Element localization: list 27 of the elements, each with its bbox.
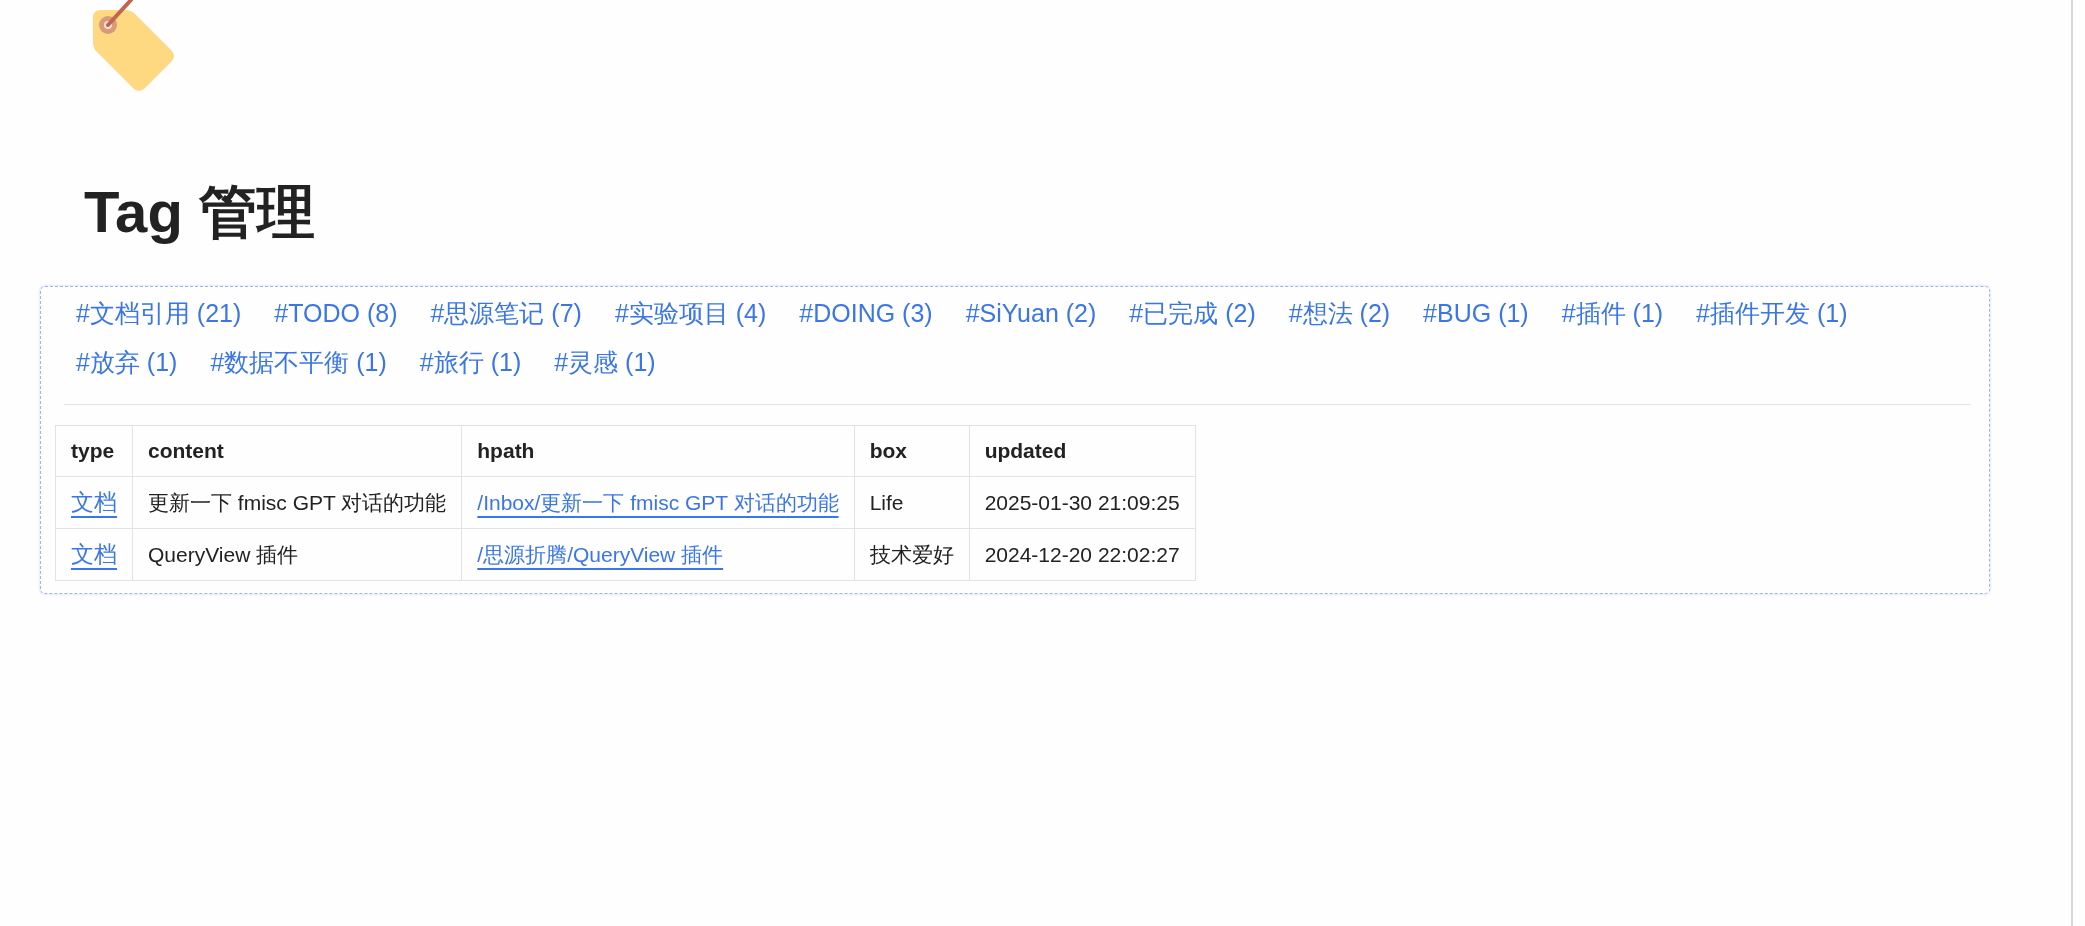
table-cell: 2025-01-30 21:09:25 — [969, 476, 1196, 529]
column-header: updated — [969, 425, 1196, 477]
tag-link[interactable]: #文档引用 (21) — [76, 295, 242, 331]
tag-link[interactable]: #DOING (3) — [799, 295, 933, 331]
tag-link[interactable]: #插件开发 (1) — [1696, 295, 1848, 331]
table-cell: 更新一下 fmisc GPT 对话的功能 — [132, 476, 462, 529]
tag-link[interactable]: #旅行 (1) — [419, 344, 522, 380]
tag-link[interactable]: #BUG (1) — [1423, 295, 1529, 331]
tag-link[interactable]: #SiYuan (2) — [965, 295, 1097, 331]
tag-link[interactable]: #思源笔记 (7) — [430, 295, 582, 331]
tag-link[interactable]: #TODO (8) — [274, 295, 398, 331]
tag-link[interactable]: #放弃 (1) — [76, 344, 178, 380]
table-cell: QueryView 插件 — [132, 528, 462, 581]
page-title: Tag 管理 — [84, 178, 315, 246]
column-header: hpath — [461, 425, 855, 477]
column-header: type — [55, 425, 133, 477]
table-cell: 技术爱好 — [854, 528, 970, 581]
column-header: box — [854, 425, 970, 477]
column-header: content — [132, 425, 462, 477]
tag-link[interactable]: #插件 (1) — [1561, 295, 1664, 331]
table-cell: Life — [854, 476, 970, 529]
tag-link[interactable]: #数据不平衡 (1) — [210, 344, 387, 380]
table-cell: 2024-12-20 22:02:27 — [969, 528, 1196, 581]
tag-link[interactable]: #想法 (2) — [1288, 295, 1391, 331]
tag-link[interactable]: #已完成 (2) — [1129, 295, 1256, 331]
tag-link[interactable]: #实验项目 (4) — [614, 295, 767, 331]
tag-link[interactable]: #灵感 (1) — [554, 344, 656, 380]
